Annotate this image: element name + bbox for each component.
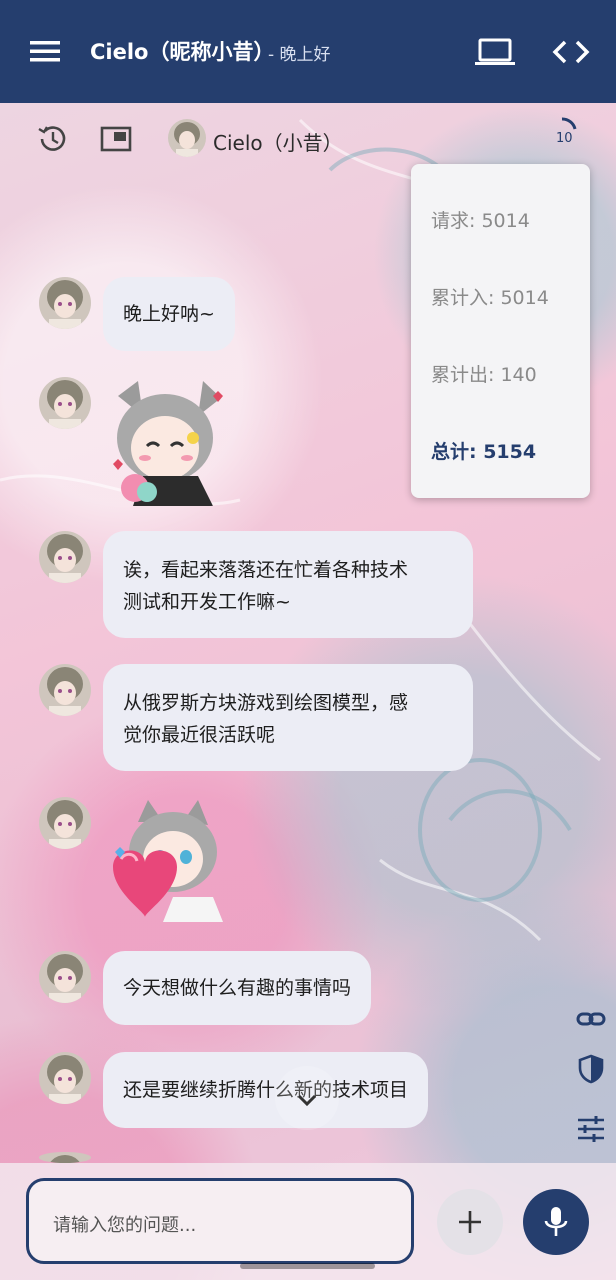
code-icon[interactable]: [552, 38, 590, 66]
chevron-down-icon: [297, 1094, 317, 1107]
home-indicator: [240, 1263, 375, 1269]
character-name[interactable]: Cielo（小昔）: [213, 127, 343, 156]
cat-girl-heart-sticker: [103, 797, 233, 927]
message-bubble: 从俄罗斯方块游戏到绘图模型，感 觉你最近很活跃呢: [103, 664, 473, 771]
link-icon[interactable]: [576, 1004, 606, 1034]
message-text: 今天想做什么有趣的事情吗: [123, 977, 352, 999]
chat-subtitle: - 晚上好: [268, 45, 331, 65]
message-text: 测试和开发工作嘛~: [123, 591, 291, 613]
menu-icon[interactable]: [28, 36, 62, 66]
message-text: 从俄罗斯方块游戏到绘图模型，感: [123, 692, 409, 714]
message-avatar[interactable]: [39, 1052, 91, 1104]
add-button[interactable]: [437, 1189, 503, 1255]
message-bubble: 诶，看起来落落还在忙着各种技术 测试和开发工作嘛~: [103, 531, 473, 638]
token-counter[interactable]: 10: [548, 115, 582, 155]
voice-input-button[interactable]: [523, 1189, 589, 1255]
message-input[interactable]: 请输入您的问题...: [26, 1178, 414, 1264]
message-avatar[interactable]: [39, 277, 91, 329]
microphone-icon: [544, 1207, 568, 1236]
message-text: 还是要继续折腾什么新的技术项目: [123, 1079, 409, 1101]
message-bubble: 晚上好呐~: [103, 277, 235, 351]
scroll-down-button[interactable]: [275, 1066, 339, 1130]
cat-girl-sticker: [103, 376, 233, 506]
character-avatar[interactable]: [168, 119, 206, 157]
message-avatar[interactable]: [39, 951, 91, 1003]
input-placeholder: 请输入您的问题...: [53, 1215, 197, 1236]
message-text: 诶，看起来落落还在忙着各种技术: [123, 559, 409, 581]
message-text: 晚上好呐~: [123, 303, 215, 325]
message-avatar[interactable]: [39, 797, 91, 849]
counter-value: 10: [556, 131, 573, 146]
message-avatar: [39, 1152, 91, 1163]
message-avatar[interactable]: [39, 531, 91, 583]
message-avatar[interactable]: [39, 377, 91, 429]
chat-title: Cielo（昵称小昔）: [90, 40, 275, 64]
message-avatar[interactable]: [39, 664, 91, 716]
stat-cumulative-out: 累计出: 140: [431, 364, 537, 386]
stat-total: 总计: 5154: [431, 441, 537, 463]
shield-icon[interactable]: [576, 1054, 606, 1084]
stat-cumulative-in: 累计入: 5014: [431, 287, 549, 309]
laptop-icon[interactable]: [474, 36, 516, 68]
token-stats-popup: 请求: 5014 累计入: 5014 累计出: 140 总计: 5154: [411, 164, 590, 498]
stat-request: 请求: 5014: [431, 210, 530, 232]
chat-toolbar: Cielo（小昔） 10: [0, 103, 616, 173]
app-bar: Cielo（昵称小昔） - 晚上好: [0, 0, 616, 103]
tune-icon[interactable]: [576, 1114, 606, 1144]
plus-icon: [459, 1211, 481, 1233]
message-text: 觉你最近很活跃呢: [123, 724, 276, 746]
picture-in-picture-icon[interactable]: [100, 125, 132, 153]
message-bubble: 还是要继续折腾什么新的技术项目: [103, 1052, 429, 1128]
history-icon[interactable]: [36, 123, 68, 155]
message-bubble: 今天想做什么有趣的事情吗: [103, 951, 372, 1025]
